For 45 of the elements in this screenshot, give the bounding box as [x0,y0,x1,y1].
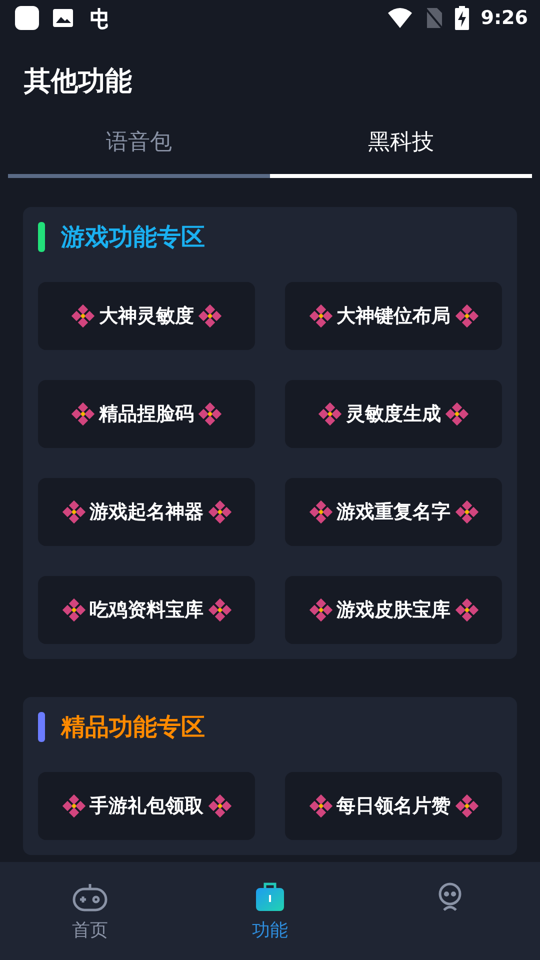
image-icon [52,8,74,28]
section-title: 游戏功能专区 [61,222,205,253]
nav-tab[interactable]: 首页 [0,862,180,960]
flower-icon [198,402,222,426]
flower-icon [308,794,332,818]
flower-icon [308,304,332,328]
wifi-icon [386,7,413,29]
flower-icon [454,598,478,622]
feature-button[interactable]: 游戏起名神器 [38,478,255,546]
feature-button[interactable]: 大神灵敏度 [38,282,255,350]
nav-tab[interactable]: 功能 [180,862,360,960]
clock-time: 9:26 [480,7,528,29]
flower-icon [208,794,232,818]
flower-icon [454,304,478,328]
flower-icon [198,304,222,328]
flower-icon [62,598,86,622]
battery-icon [454,6,469,30]
flower-icon [454,500,478,524]
feature-button[interactable]: 游戏皮肤宝库 [285,576,502,644]
feature-button[interactable]: 吃鸡资料宝库 [38,576,255,644]
flower-icon [454,794,478,818]
feature-button[interactable]: 精品捏脸码 [38,380,255,448]
gamepad-icon [72,882,108,912]
tab[interactable]: 语音包 [8,120,270,178]
flower-icon [62,500,86,524]
flower-icon [445,402,469,426]
feature-button[interactable]: 大神键位布局 [285,282,502,350]
flower-icon [71,402,95,426]
section-title: 精品功能专区 [61,712,205,743]
flower-icon [318,402,342,426]
flower-icon [308,598,332,622]
tab[interactable]: 黑科技 [270,120,532,178]
page-title: 其他功能 [24,65,133,99]
flower-icon [71,304,95,328]
flower-icon [308,500,332,524]
feature-button[interactable]: 游戏重复名字 [285,478,502,546]
flower-icon [208,598,232,622]
flower-icon [208,500,232,524]
feature-button[interactable]: 灵敏度生成 [285,380,502,448]
no-sim-icon [424,7,443,29]
app-icon [14,5,40,31]
feature-button[interactable]: 每日领名片赞 [285,772,502,840]
briefcase-icon [255,882,285,912]
feature-button[interactable]: 手游礼包领取 [38,772,255,840]
flower-icon [62,794,86,818]
